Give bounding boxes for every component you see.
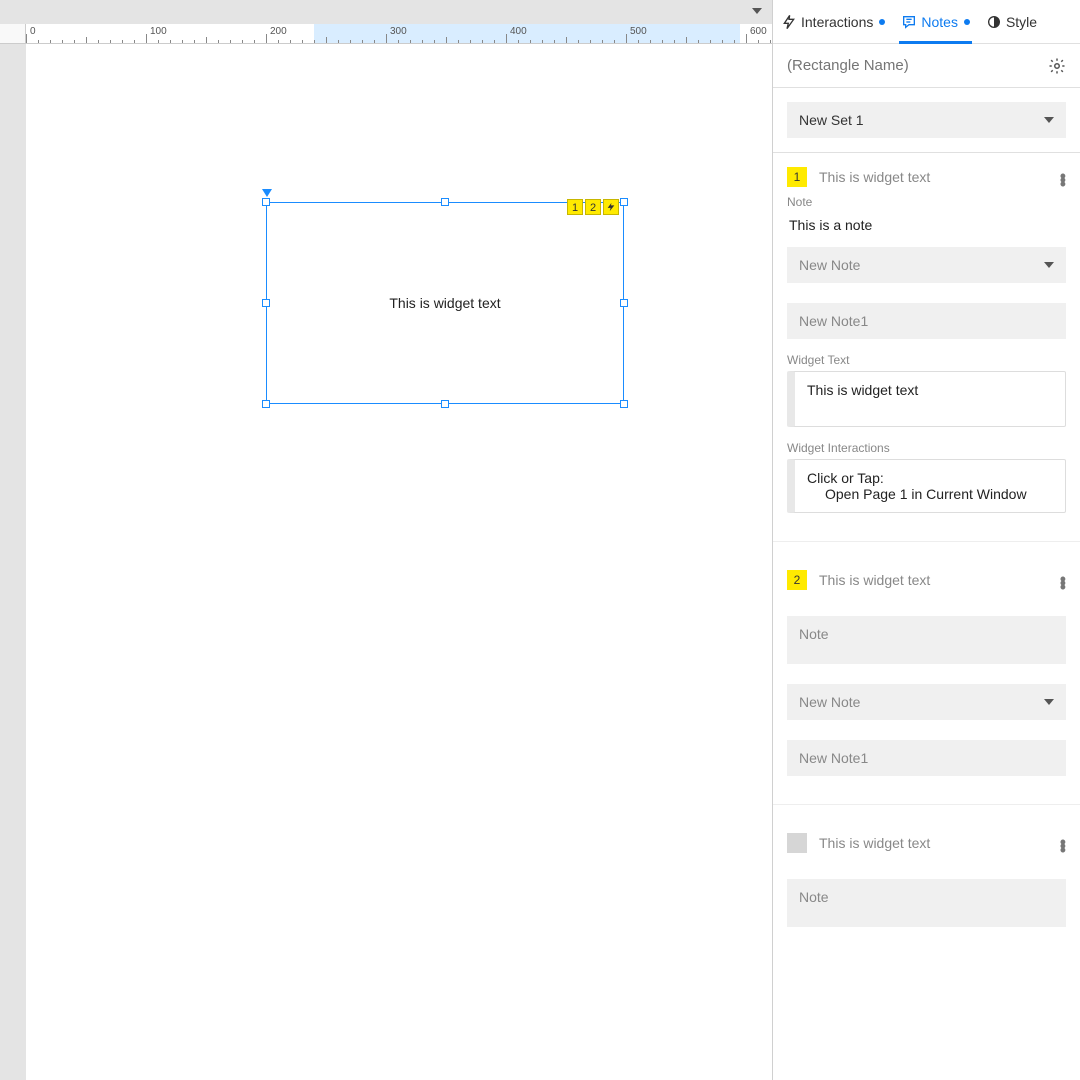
note-entry-2: 2 This is widget text ••• Note New Note … [773,556,1080,790]
note-text[interactable]: This is a note [787,213,1066,247]
widget-interaction-badge[interactable] [603,199,619,215]
note-placeholder-field[interactable]: Note [787,879,1066,927]
note-entry-title: This is widget text [819,572,1048,588]
resize-handle-ne[interactable] [620,198,628,206]
gear-icon[interactable] [1048,57,1066,75]
widget-interactions-label: Widget Interactions [787,441,1066,455]
note-number-badge [787,833,807,853]
tab-notes[interactable]: Notes [901,0,970,43]
resize-handle-w[interactable] [262,299,270,307]
selected-widget[interactable]: This is widget text 1 2 [266,202,624,404]
new-note1-field[interactable]: New Note1 [787,303,1066,339]
chevron-down-icon [1044,262,1054,268]
tab-label: Notes [921,14,958,30]
canvas[interactable]: This is widget text 1 2 [26,44,772,1080]
note-label: Note [787,195,1066,209]
new-note-label: New Note [799,694,860,710]
new-note1-field[interactable]: New Note1 [787,740,1066,776]
note-entry-more-button[interactable]: ••• [1060,574,1066,586]
toolbar-dropdown-arrow-icon[interactable] [752,8,762,14]
interaction-line1: Click or Tap: [807,470,1053,486]
tab-interactions[interactable]: Interactions [781,0,885,43]
ruler-horizontal[interactable]: 0100200300400500600 [0,24,772,44]
note-set-selector[interactable]: New Set 1 [787,102,1066,138]
chevron-down-icon [1044,117,1054,123]
note-number-badge: 2 [787,570,807,590]
tab-indicator-dot [964,19,970,25]
new-note-selector[interactable]: New Note [787,247,1066,283]
ruler-corner [0,24,26,44]
notes-icon [901,14,917,30]
tab-style[interactable]: Style [986,0,1037,43]
resize-handle-se[interactable] [620,400,628,408]
resize-handle-nw[interactable] [262,198,270,206]
widget-name-row [773,44,1080,88]
widget-text: This is widget text [389,295,500,311]
interaction-line2: Open Page 1 in Current Window [807,486,1053,502]
note-entry-1: 1 This is widget text ••• Note This is a… [773,153,1080,527]
resize-handle-e[interactable] [620,299,628,307]
widget-text-value: This is widget text [807,382,918,398]
top-toolbar [0,0,772,24]
note-entry-title: This is widget text [819,835,1048,851]
note-entry-more-button[interactable]: ••• [1060,171,1066,183]
resize-handle-s[interactable] [441,400,449,408]
tab-label: Style [1006,14,1037,30]
style-icon [986,14,1002,30]
lightning-icon [781,14,797,30]
new-note-label: New Note [799,257,860,273]
widget-badges: 1 2 [567,199,619,215]
widget-marker-icon [262,189,272,197]
tab-indicator-dot [879,19,885,25]
widget-text-field[interactable]: This is widget text [787,371,1066,427]
note-set-label: New Set 1 [799,112,864,128]
widget-note-badge-1[interactable]: 1 [567,199,583,215]
resize-handle-n[interactable] [441,198,449,206]
panel-tabs: Interactions Notes Style [773,0,1080,44]
note-entry-3: This is widget text ••• Note [773,819,1080,941]
new-note-selector[interactable]: New Note [787,684,1066,720]
resize-handle-sw[interactable] [262,400,270,408]
widget-note-badge-2[interactable]: 2 [585,199,601,215]
widget-name-input[interactable] [787,57,1048,74]
right-panel: Interactions Notes Style New Set 1 1 Th [772,0,1080,1080]
note-number-badge: 1 [787,167,807,187]
ruler-vertical[interactable] [0,44,26,1080]
note-entry-more-button[interactable]: ••• [1060,837,1066,849]
note-entry-title: This is widget text [819,169,1048,185]
note-placeholder-field[interactable]: Note [787,616,1066,664]
widget-interactions-field[interactable]: Click or Tap: Open Page 1 in Current Win… [787,459,1066,513]
widget-text-label: Widget Text [787,353,1066,367]
lightning-icon [606,202,616,212]
chevron-down-icon [1044,699,1054,705]
tab-label: Interactions [801,14,873,30]
